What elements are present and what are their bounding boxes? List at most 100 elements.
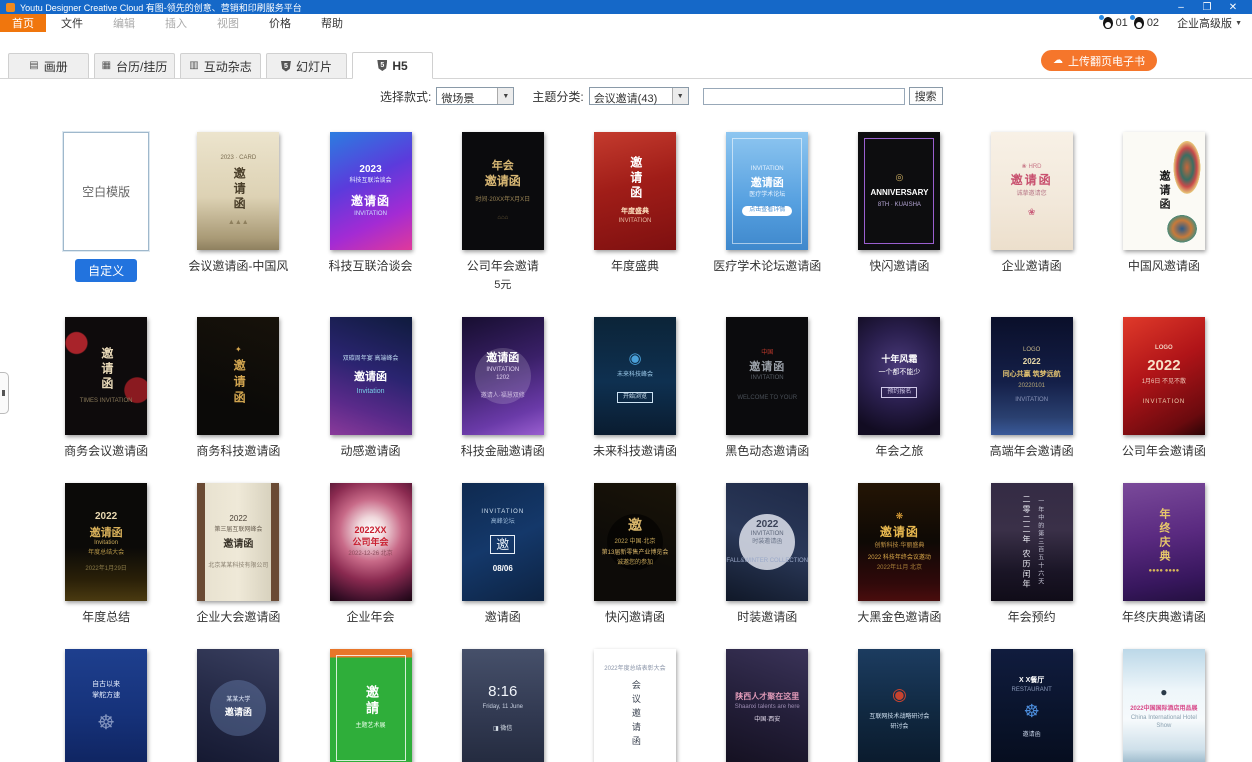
- template-thumbnail[interactable]: 二零二二年 农历闰年一年中的第三百五十六天: [991, 483, 1073, 601]
- qq-account-2[interactable]: 02: [1134, 17, 1159, 29]
- upload-ebook-button[interactable]: ☁ 上传翻页电子书: [1041, 50, 1157, 71]
- template-card[interactable]: 2022邀请函Invitation年度总结大会2022年1月29日年度总结: [40, 483, 172, 624]
- category-select[interactable]: 会议邀请(43) ▼: [589, 87, 689, 105]
- close-button[interactable]: ✕: [1220, 2, 1246, 13]
- plan-dropdown[interactable]: 企业高级版▼: [1177, 15, 1242, 31]
- template-card[interactable]: 2022XX公司年会2022-12-26 北京企业年会: [304, 483, 436, 624]
- thumb-text: 20220101: [1018, 383, 1045, 391]
- menu-item-insert[interactable]: 插入: [150, 14, 202, 32]
- cloud-upload-icon: ☁: [1053, 56, 1063, 66]
- panel-expand-handle[interactable]: [0, 372, 9, 414]
- template-thumbnail[interactable]: INVITATION高峰论坛邀08/06: [462, 483, 544, 601]
- template-card[interactable]: 十年风霜一个都不能少预约报名年会之旅: [833, 317, 965, 458]
- template-thumbnail[interactable]: 2022INVITATION时装邀请函FALL&WINTER COLLECTIO…: [726, 483, 808, 601]
- template-card[interactable]: 二零二二年 农历闰年一年中的第三百五十六天年会预约: [966, 483, 1098, 624]
- template-thumbnail[interactable]: 双碳周年宴 高端峰会邀请函Invitation: [330, 317, 412, 435]
- template-thumbnail[interactable]: 8:16Friday, 11 June◨ 微信: [462, 649, 544, 762]
- template-card[interactable]: 2023 · CARD邀请函▲▲▲会议邀请函-中国风: [172, 132, 304, 292]
- template-card[interactable]: 邀请函年度盛典INVITATION年度盛典: [569, 132, 701, 292]
- template-card[interactable]: 年终庆典●●●● ●●●●年终庆典邀请函: [1098, 483, 1230, 624]
- template-card[interactable]: 某某大学邀请函: [172, 649, 304, 762]
- template-thumbnail[interactable]: ◎ANNIVERSARY8TH · KUAISHA: [858, 132, 940, 250]
- template-thumbnail[interactable]: 邀请函年度盛典INVITATION: [594, 132, 676, 250]
- template-thumbnail[interactable]: ●2022中国国际酒店用品展China International Hotel …: [1123, 649, 1205, 762]
- customize-button[interactable]: 自定义: [75, 259, 137, 282]
- tab-magazine[interactable]: ▥互动杂志: [180, 53, 261, 78]
- tab-slides[interactable]: 5幻灯片: [266, 53, 347, 78]
- template-thumbnail[interactable]: 自古以来掌舵方速☸: [65, 649, 147, 762]
- template-thumbnail[interactable]: ❋邀请函创新科技·华丽盛典2022 科技年终会议邀动2022年11月 北京: [858, 483, 940, 601]
- template-card[interactable]: ❋邀请函创新科技·华丽盛典2022 科技年终会议邀动2022年11月 北京大黑金…: [833, 483, 965, 624]
- template-thumbnail[interactable]: 2023 · CARD邀请函▲▲▲: [197, 132, 279, 250]
- template-card[interactable]: 2022INVITATION时装邀请函FALL&WINTER COLLECTIO…: [701, 483, 833, 624]
- template-card[interactable]: LOGO2022同心共赢 筑梦远航20220101INVITATION高端年会邀…: [966, 317, 1098, 458]
- menu-item-edit[interactable]: 编辑: [98, 14, 150, 32]
- blank-template[interactable]: 空白模版: [63, 132, 149, 251]
- template-card[interactable]: ◉未来科技峰会开始浏览未来科技邀请函: [569, 317, 701, 458]
- template-thumbnail[interactable]: 某某大学邀请函: [197, 649, 279, 762]
- template-thumbnail[interactable]: 2022第三届互联网峰会邀请函北京某某科技有限公司: [197, 483, 279, 601]
- template-card[interactable]: 中国邀请函INVITATIONWELCOME TO YOUR黑色动态邀请函: [701, 317, 833, 458]
- template-card[interactable]: 年会邀请函时间·20XX年X月X日⌂⌂⌂公司年会邀请5元: [437, 132, 569, 292]
- template-card[interactable]: 邀请函TIMES INVITATION商务会议邀请函: [40, 317, 172, 458]
- template-card[interactable]: 邀请函中国风邀请函: [1098, 132, 1230, 292]
- template-card[interactable]: 8:16Friday, 11 June◨ 微信: [437, 649, 569, 762]
- template-thumbnail[interactable]: 2022年度总结表彰大会会议邀请函: [594, 649, 676, 762]
- template-card[interactable]: X X餐厅RESTAURANT☸邀请函: [966, 649, 1098, 762]
- tab-album[interactable]: ▤画册: [8, 53, 89, 78]
- thumb-text: 2022 科技年终会议邀动: [868, 555, 931, 563]
- template-card[interactable]: 空白模版自定义: [40, 132, 172, 292]
- menu-item-price[interactable]: 价格: [254, 14, 306, 32]
- template-card[interactable]: 邀请函INVITATION1202邀请人·福慧双修科技金融邀请函: [437, 317, 569, 458]
- template-thumbnail[interactable]: 年会邀请函时间·20XX年X月X日⌂⌂⌂: [462, 132, 544, 250]
- template-thumbnail[interactable]: INVITATION邀请函医疗学术论坛点击查看详情: [726, 132, 808, 250]
- template-thumbnail[interactable]: LOGO20221月6日 不见不散INVITATION: [1123, 317, 1205, 435]
- template-card[interactable]: 双碳周年宴 高端峰会邀请函Invitation动感邀请函: [304, 317, 436, 458]
- tab-calendar[interactable]: ▦台历/挂历: [94, 53, 175, 78]
- menu-item-help[interactable]: 帮助: [306, 14, 358, 32]
- template-card[interactable]: 自古以来掌舵方速☸: [40, 649, 172, 762]
- template-card[interactable]: ●2022中国国际酒店用品展China International Hotel …: [1098, 649, 1230, 762]
- template-thumbnail[interactable]: X X餐厅RESTAURANT☸邀请函: [991, 649, 1073, 762]
- tab-h5[interactable]: 5H5: [352, 52, 433, 79]
- template-card[interactable]: ❀ HRD邀请函诚挚邀请您❀企业邀请函: [966, 132, 1098, 292]
- template-card[interactable]: ◎ANNIVERSARY8TH · KUAISHA快闪邀请函: [833, 132, 965, 292]
- template-thumbnail[interactable]: 十年风霜一个都不能少预约报名: [858, 317, 940, 435]
- template-thumbnail[interactable]: 邀请函TIMES INVITATION: [65, 317, 147, 435]
- template-thumbnail[interactable]: 年终庆典●●●● ●●●●: [1123, 483, 1205, 601]
- template-card[interactable]: ◉互联网技术战略研讨会研讨会: [833, 649, 965, 762]
- template-card[interactable]: LOGO20221月6日 不见不散INVITATION公司年会邀请函: [1098, 317, 1230, 458]
- template-thumbnail[interactable]: 邀请函INVITATION1202邀请人·福慧双修: [462, 317, 544, 435]
- template-thumbnail[interactable]: ◉未来科技峰会开始浏览: [594, 317, 676, 435]
- search-input[interactable]: [703, 88, 905, 105]
- search-button[interactable]: 搜索: [909, 87, 943, 105]
- template-card[interactable]: 邀請主题艺术展: [304, 649, 436, 762]
- template-thumbnail[interactable]: ✦邀请函: [197, 317, 279, 435]
- menu-item-home[interactable]: 首页: [0, 14, 46, 32]
- template-thumbnail[interactable]: 2023科技互联洽谈会邀请函INVITATION: [330, 132, 412, 250]
- template-thumbnail[interactable]: 2022XX公司年会2022-12-26 北京: [330, 483, 412, 601]
- minimize-button[interactable]: –: [1168, 2, 1194, 13]
- template-thumbnail[interactable]: 邀請主题艺术展: [330, 649, 412, 762]
- style-select[interactable]: 微场景 ▼: [436, 87, 514, 105]
- template-card[interactable]: 2022年度总结表彰大会会议邀请函: [569, 649, 701, 762]
- template-thumbnail[interactable]: ❀ HRD邀请函诚挚邀请您❀: [991, 132, 1073, 250]
- template-card[interactable]: ✦邀请函商务科技邀请函: [172, 317, 304, 458]
- template-card[interactable]: 邀2022 中国·北京第13届新零售产业博览会诚邀您的参加快闪邀请函: [569, 483, 701, 624]
- qq-account-1[interactable]: 01: [1103, 17, 1128, 29]
- template-thumbnail[interactable]: LOGO2022同心共赢 筑梦远航20220101INVITATION: [991, 317, 1073, 435]
- template-card[interactable]: INVITATION邀请函医疗学术论坛点击查看详情医疗学术论坛邀请函: [701, 132, 833, 292]
- template-card[interactable]: 2023科技互联洽谈会邀请函INVITATION科技互联洽谈会: [304, 132, 436, 292]
- template-thumbnail[interactable]: 陕西人才聚在这里Shaanxi talents are here中国·西安: [726, 649, 808, 762]
- template-thumbnail[interactable]: 2022邀请函Invitation年度总结大会2022年1月29日: [65, 483, 147, 601]
- template-card[interactable]: 陕西人才聚在这里Shaanxi talents are here中国·西安: [701, 649, 833, 762]
- template-thumbnail[interactable]: 邀请函: [1123, 132, 1205, 250]
- template-card[interactable]: 2022第三届互联网峰会邀请函北京某某科技有限公司企业大会邀请函: [172, 483, 304, 624]
- template-card[interactable]: INVITATION高峰论坛邀08/06邀请函: [437, 483, 569, 624]
- template-thumbnail[interactable]: 邀2022 中国·北京第13届新零售产业博览会诚邀您的参加: [594, 483, 676, 601]
- template-thumbnail[interactable]: ◉互联网技术战略研讨会研讨会: [858, 649, 940, 762]
- menu-item-file[interactable]: 文件: [46, 14, 98, 32]
- template-thumbnail[interactable]: 中国邀请函INVITATIONWELCOME TO YOUR: [726, 317, 808, 435]
- menu-item-view[interactable]: 视图: [202, 14, 254, 32]
- restore-button[interactable]: ❐: [1194, 2, 1220, 13]
